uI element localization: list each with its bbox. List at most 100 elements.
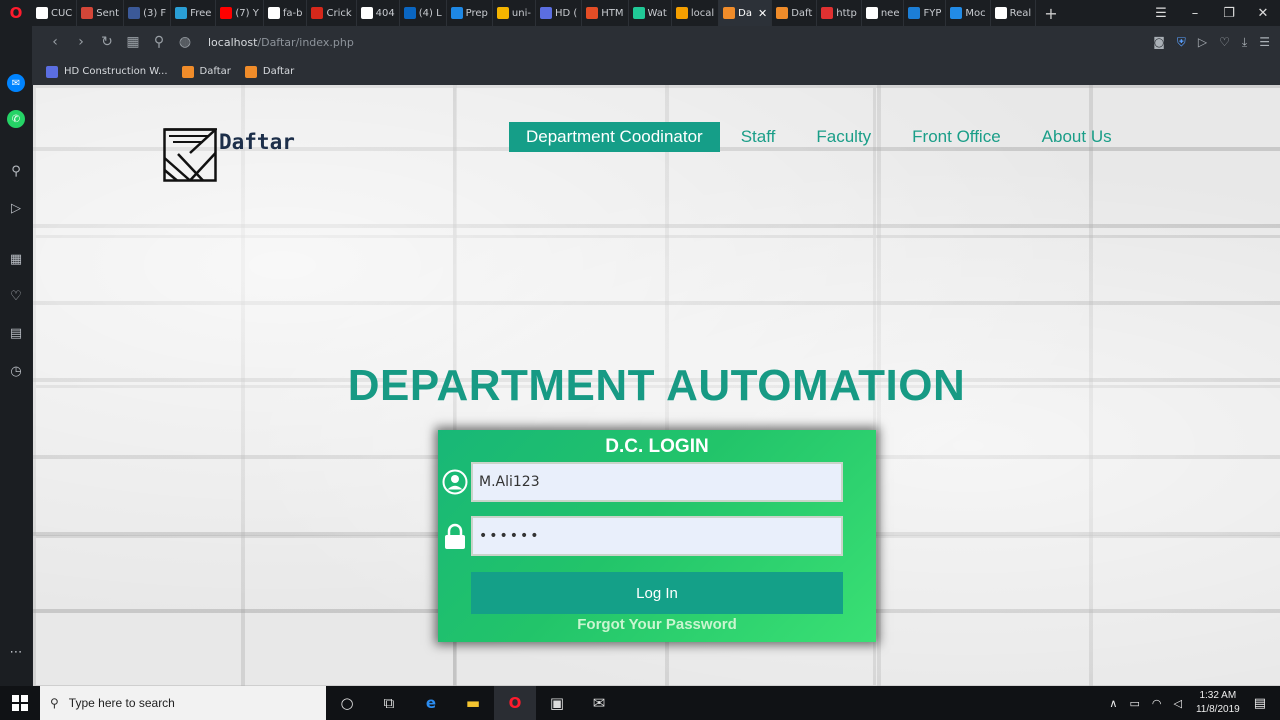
bookmark-item[interactable]: HD Construction W... <box>46 65 168 78</box>
reload-icon[interactable]: ↻ <box>94 34 120 50</box>
browser-tab[interactable]: http <box>817 0 862 26</box>
browser-tab[interactable]: Real <box>991 0 1037 26</box>
nav-link[interactable]: Staff <box>741 122 776 152</box>
forward-icon[interactable]: › <box>68 34 94 50</box>
taskbar-search-input[interactable]: ⚲ Type here to search <box>40 686 326 720</box>
tab-label: (3) F <box>143 7 167 19</box>
tab-favicon-icon <box>450 7 463 19</box>
tab-label: Real <box>1009 7 1032 19</box>
lock-icon <box>445 523 465 549</box>
tab-favicon-icon <box>311 7 324 19</box>
browser-tab[interactable]: (3) F <box>124 0 172 26</box>
security-icon[interactable]: ⚲ <box>146 34 172 50</box>
whatsapp-icon[interactable]: ✆ <box>7 110 25 128</box>
tab-close-icon[interactable]: ✕ <box>758 7 767 20</box>
tab-label: (4) L <box>418 7 442 19</box>
new-tab-button[interactable]: + <box>1036 4 1065 23</box>
tab-favicon-icon <box>950 7 963 19</box>
browser-tab[interactable]: 404 <box>357 0 400 26</box>
browser-tab[interactable]: Prep <box>447 0 493 26</box>
file-explorer-icon[interactable]: ▬ <box>452 686 494 720</box>
bookmark-item[interactable]: Daftar <box>244 65 294 78</box>
password-input[interactable]: •••••• <box>471 516 843 556</box>
nav-link[interactable]: Faculty <box>816 122 871 152</box>
history-icon[interactable]: ◷ <box>6 361 26 381</box>
username-input[interactable]: M.Ali123 <box>471 462 843 502</box>
send-icon[interactable]: ▷ <box>1198 35 1207 49</box>
browser-tab[interactable]: nee <box>862 0 905 26</box>
send-icon[interactable]: ▷ <box>6 198 26 218</box>
tab-label: nee <box>880 7 900 19</box>
edge-icon[interactable]: e <box>410 686 452 720</box>
nav-link[interactable]: Department Coodinator <box>509 122 720 152</box>
browser-tab[interactable]: HD ( <box>536 0 583 26</box>
tab-favicon-icon <box>81 7 94 19</box>
login-title: D.C. LOGIN <box>605 436 709 457</box>
notifications-icon[interactable]: ▤ <box>1254 696 1266 711</box>
logo-text: Daftar <box>219 130 295 154</box>
restore-icon[interactable]: ❐ <box>1212 0 1246 26</box>
opera-logo-icon[interactable]: O <box>0 0 32 26</box>
forgot-password-link[interactable]: Forgot Your Password <box>438 616 876 633</box>
browser-tab[interactable]: local <box>672 0 720 26</box>
heart-icon[interactable]: ♡ <box>6 286 26 306</box>
tab-list: CUC Sent (3) F Free (7) Y fa-b Crick 404 (4) L Pr… <box>32 0 1037 26</box>
back-icon[interactable]: ‹ <box>42 34 68 50</box>
windows-start-icon[interactable] <box>0 686 40 720</box>
mail-icon[interactable]: ✉ <box>578 686 620 720</box>
volume-icon[interactable]: ◁ <box>1173 697 1181 710</box>
speed-dial-icon[interactable]: ▦ <box>6 249 26 269</box>
camera-icon[interactable]: ◙ <box>1153 35 1165 49</box>
browser-tab[interactable]: Crick <box>307 0 357 26</box>
browser-tab[interactable]: Moc <box>946 0 991 26</box>
messenger-icon[interactable]: ✉ <box>7 74 25 92</box>
minimize-icon[interactable]: – <box>1178 0 1212 26</box>
adblock-shield-icon[interactable]: ⛨ <box>1177 35 1186 50</box>
tab-label: HTM <box>601 7 624 19</box>
browser-tab[interactable]: uni- <box>493 0 536 26</box>
browser-tab[interactable]: FYP <box>904 0 947 26</box>
bookmark-item[interactable]: Daftar <box>181 65 231 78</box>
task-view-icon[interactable]: ⧉ <box>368 686 410 720</box>
wifi-icon[interactable]: ◠ <box>1152 697 1162 710</box>
cortana-icon[interactable]: ○ <box>326 686 368 720</box>
tab-menu-icon[interactable]: ☰ <box>1144 0 1178 26</box>
browser-tab[interactable]: (7) Y <box>216 0 264 26</box>
bookmark-label: HD Construction W... <box>64 66 168 77</box>
system-tray: ∧ ▭ ◠ ◁ 1:32 AM 11/8/2019 ▤ <box>1103 686 1280 720</box>
browser-tab[interactable]: Wat <box>629 0 672 26</box>
easy-setup-icon[interactable]: ☰ <box>1259 35 1270 49</box>
close-icon[interactable]: ✕ <box>1246 0 1280 26</box>
clock[interactable]: 1:32 AM 11/8/2019 <box>1196 689 1240 717</box>
browser-tab[interactable]: fa-b <box>264 0 308 26</box>
browser-tab[interactable]: (4) L <box>400 0 447 26</box>
page-title: DEPARTMENT AUTOMATION <box>347 361 966 410</box>
battery-icon[interactable]: ▭ <box>1129 697 1139 710</box>
more-icon[interactable]: ⋯ <box>6 642 26 662</box>
login-button[interactable]: Log In <box>471 572 843 614</box>
url-field[interactable]: localhost/Daftar/index.php <box>208 36 354 49</box>
search-icon[interactable]: ⚲ <box>6 161 26 181</box>
store-icon[interactable]: ▣ <box>536 686 578 720</box>
news-icon[interactable]: ▤ <box>6 323 26 343</box>
browser-tab[interactable]: Da ✕ <box>719 0 773 26</box>
nav-link[interactable]: Front Office <box>912 122 1001 152</box>
tab-label: Da <box>738 7 752 19</box>
tab-strip: O CUC Sent (3) F Free (7) Y fa-b Crick 404 (4) L… <box>0 0 1280 26</box>
browser-tab[interactable]: HTM <box>582 0 629 26</box>
tab-favicon-icon <box>723 7 736 19</box>
heart-icon[interactable]: ♡ <box>1219 35 1230 49</box>
browser-sidebar: ✉ ✆ ⚲ ▷ ▦ ♡ ▤ ◷ ⋯ <box>0 26 32 686</box>
download-icon[interactable]: ⤓ <box>1242 35 1247 50</box>
browser-tab[interactable]: Daft <box>772 0 818 26</box>
tab-label: 404 <box>375 7 395 19</box>
browser-tab[interactable]: CUC <box>32 0 78 26</box>
opera-taskbar-icon[interactable]: O <box>494 686 536 720</box>
chevron-up-icon[interactable]: ∧ <box>1109 697 1117 710</box>
browser-tab[interactable]: Sent <box>77 0 125 26</box>
nav-link[interactable]: About Us <box>1042 122 1112 152</box>
site-logo[interactable]: Daftar <box>163 128 295 182</box>
browser-tab[interactable]: Free <box>171 0 217 26</box>
tabs-grid-icon[interactable]: ▦ <box>120 34 146 50</box>
tab-label: local <box>690 7 715 19</box>
